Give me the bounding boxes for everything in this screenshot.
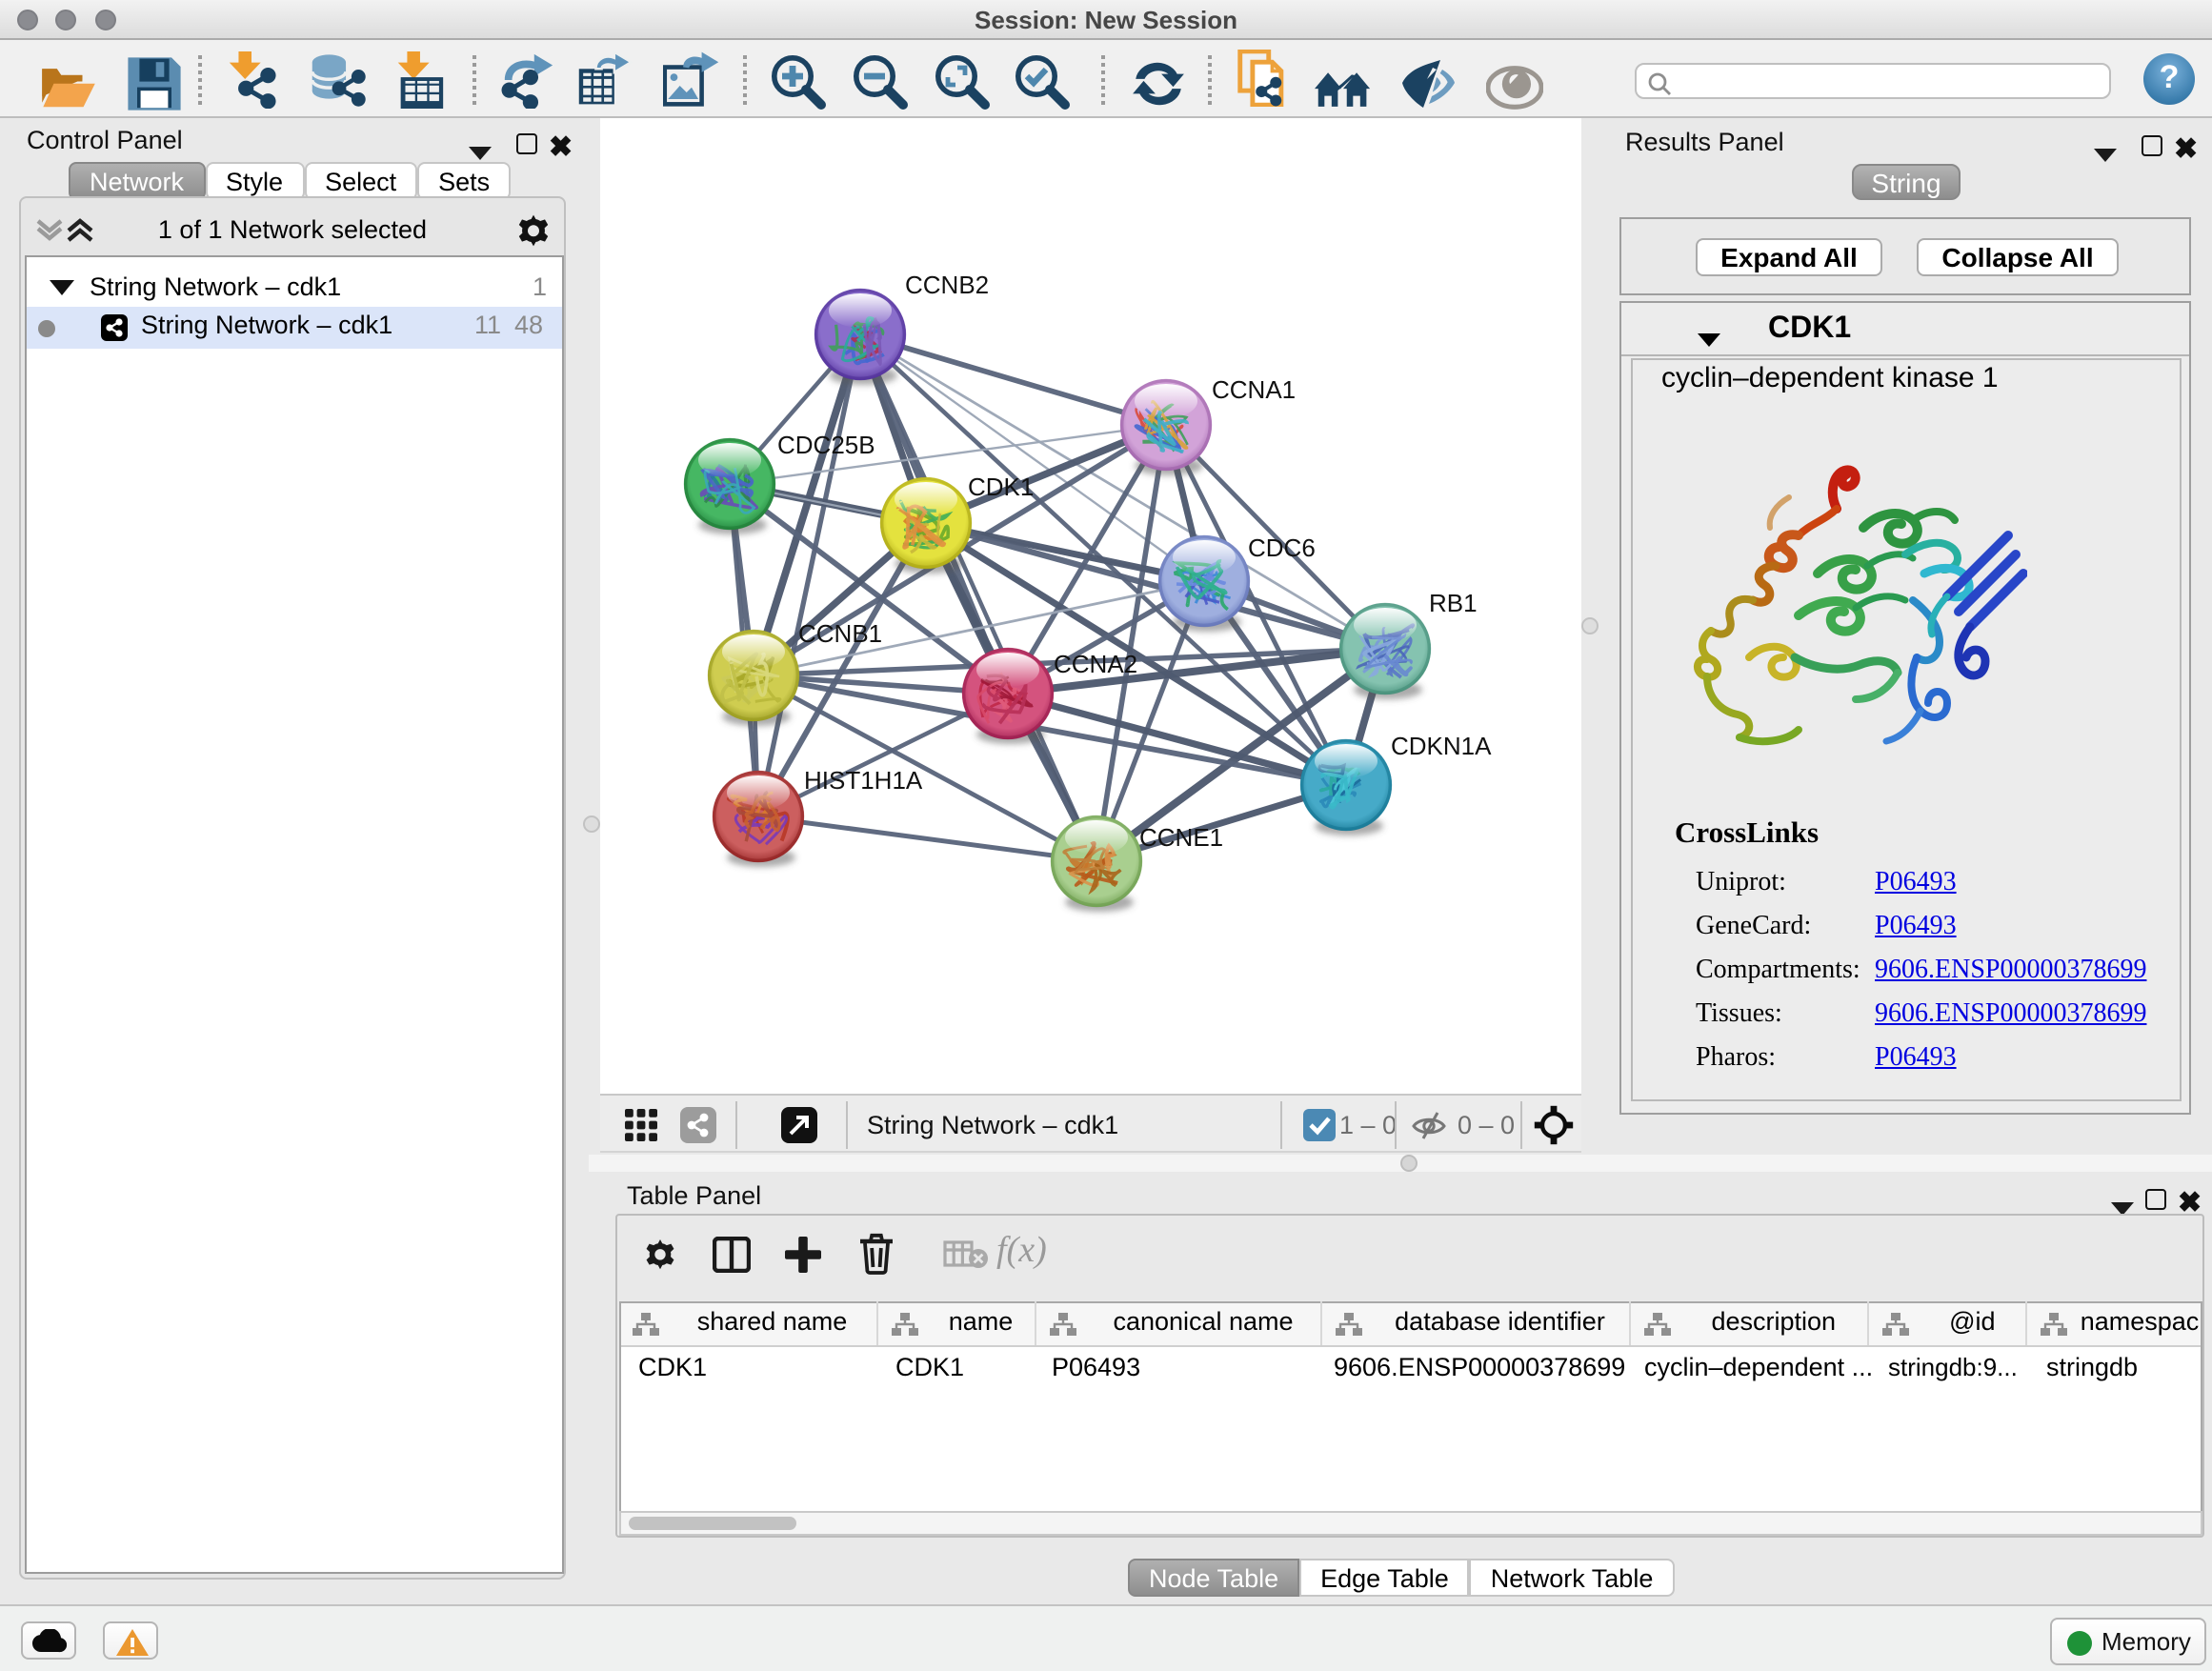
svg-text:CCNA2: CCNA2 [1054,650,1137,678]
svg-text:CCNA1: CCNA1 [1212,375,1296,404]
svg-text:CDK1: CDK1 [968,473,1034,501]
svg-text:RB1: RB1 [1429,589,1478,617]
svg-text:CDKN1A: CDKN1A [1391,732,1492,760]
svg-text:CDC25B: CDC25B [777,431,875,459]
svg-text:HIST1H1A: HIST1H1A [804,766,923,795]
svg-text:CCNE1: CCNE1 [1139,823,1223,852]
svg-text:CCNB1: CCNB1 [798,619,882,648]
svg-text:CDC6: CDC6 [1248,534,1316,562]
svg-text:CCNB2: CCNB2 [905,271,989,299]
